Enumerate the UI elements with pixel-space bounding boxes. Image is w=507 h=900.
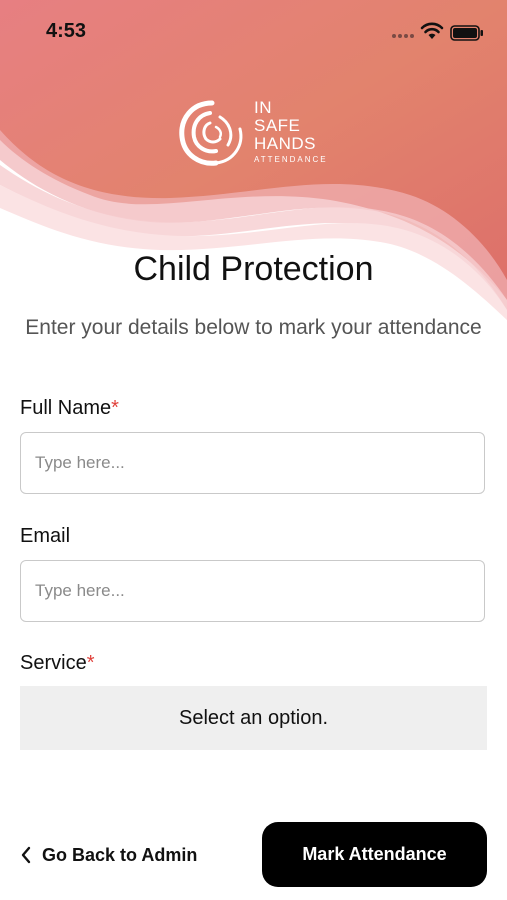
brand-line-3: HANDS	[254, 134, 317, 153]
full-name-label-text: Full Name	[20, 397, 112, 419]
full-name-input[interactable]	[20, 432, 485, 494]
mark-attendance-label: Mark Attendance	[302, 844, 447, 864]
service-label-text: Service	[20, 652, 87, 674]
email-input[interactable]	[20, 560, 485, 622]
email-label: Email	[20, 525, 70, 548]
chevron-left-icon	[21, 846, 31, 864]
go-back-to-admin-button[interactable]: Go Back to Admin	[20, 840, 197, 870]
hand-swirl-icon	[179, 100, 243, 166]
required-asterisk: *	[86, 652, 95, 674]
email-label-text: Email	[20, 525, 71, 547]
mark-attendance-button[interactable]: Mark Attendance	[262, 822, 487, 887]
brand-line-2: SAFE	[254, 116, 301, 135]
brand-wordmark: IN SAFE HANDS	[254, 99, 316, 153]
wifi-icon	[420, 22, 444, 39]
service-select[interactable]: Select an option.	[20, 686, 487, 750]
go-back-label: Go Back to Admin	[42, 844, 198, 865]
service-label: Service*	[20, 652, 95, 675]
required-asterisk: *	[111, 397, 119, 419]
page-title: Child Protection	[133, 250, 374, 288]
brand-tagline: ATTENDANCE	[254, 155, 328, 164]
service-select-value: Select an option.	[179, 706, 328, 729]
brand-logo: IN SAFE HANDS ATTENDANCE	[176, 97, 336, 169]
status-time: 4:53	[46, 20, 87, 42]
status-bar: 4:53	[0, 0, 507, 64]
page-subtitle: Enter your details below to mark your at…	[25, 316, 482, 339]
brand-line-1: IN	[254, 98, 272, 117]
full-name-label: Full Name*	[20, 397, 119, 420]
battery-icon	[450, 25, 483, 41]
cellular-signal-icon	[392, 34, 414, 38]
